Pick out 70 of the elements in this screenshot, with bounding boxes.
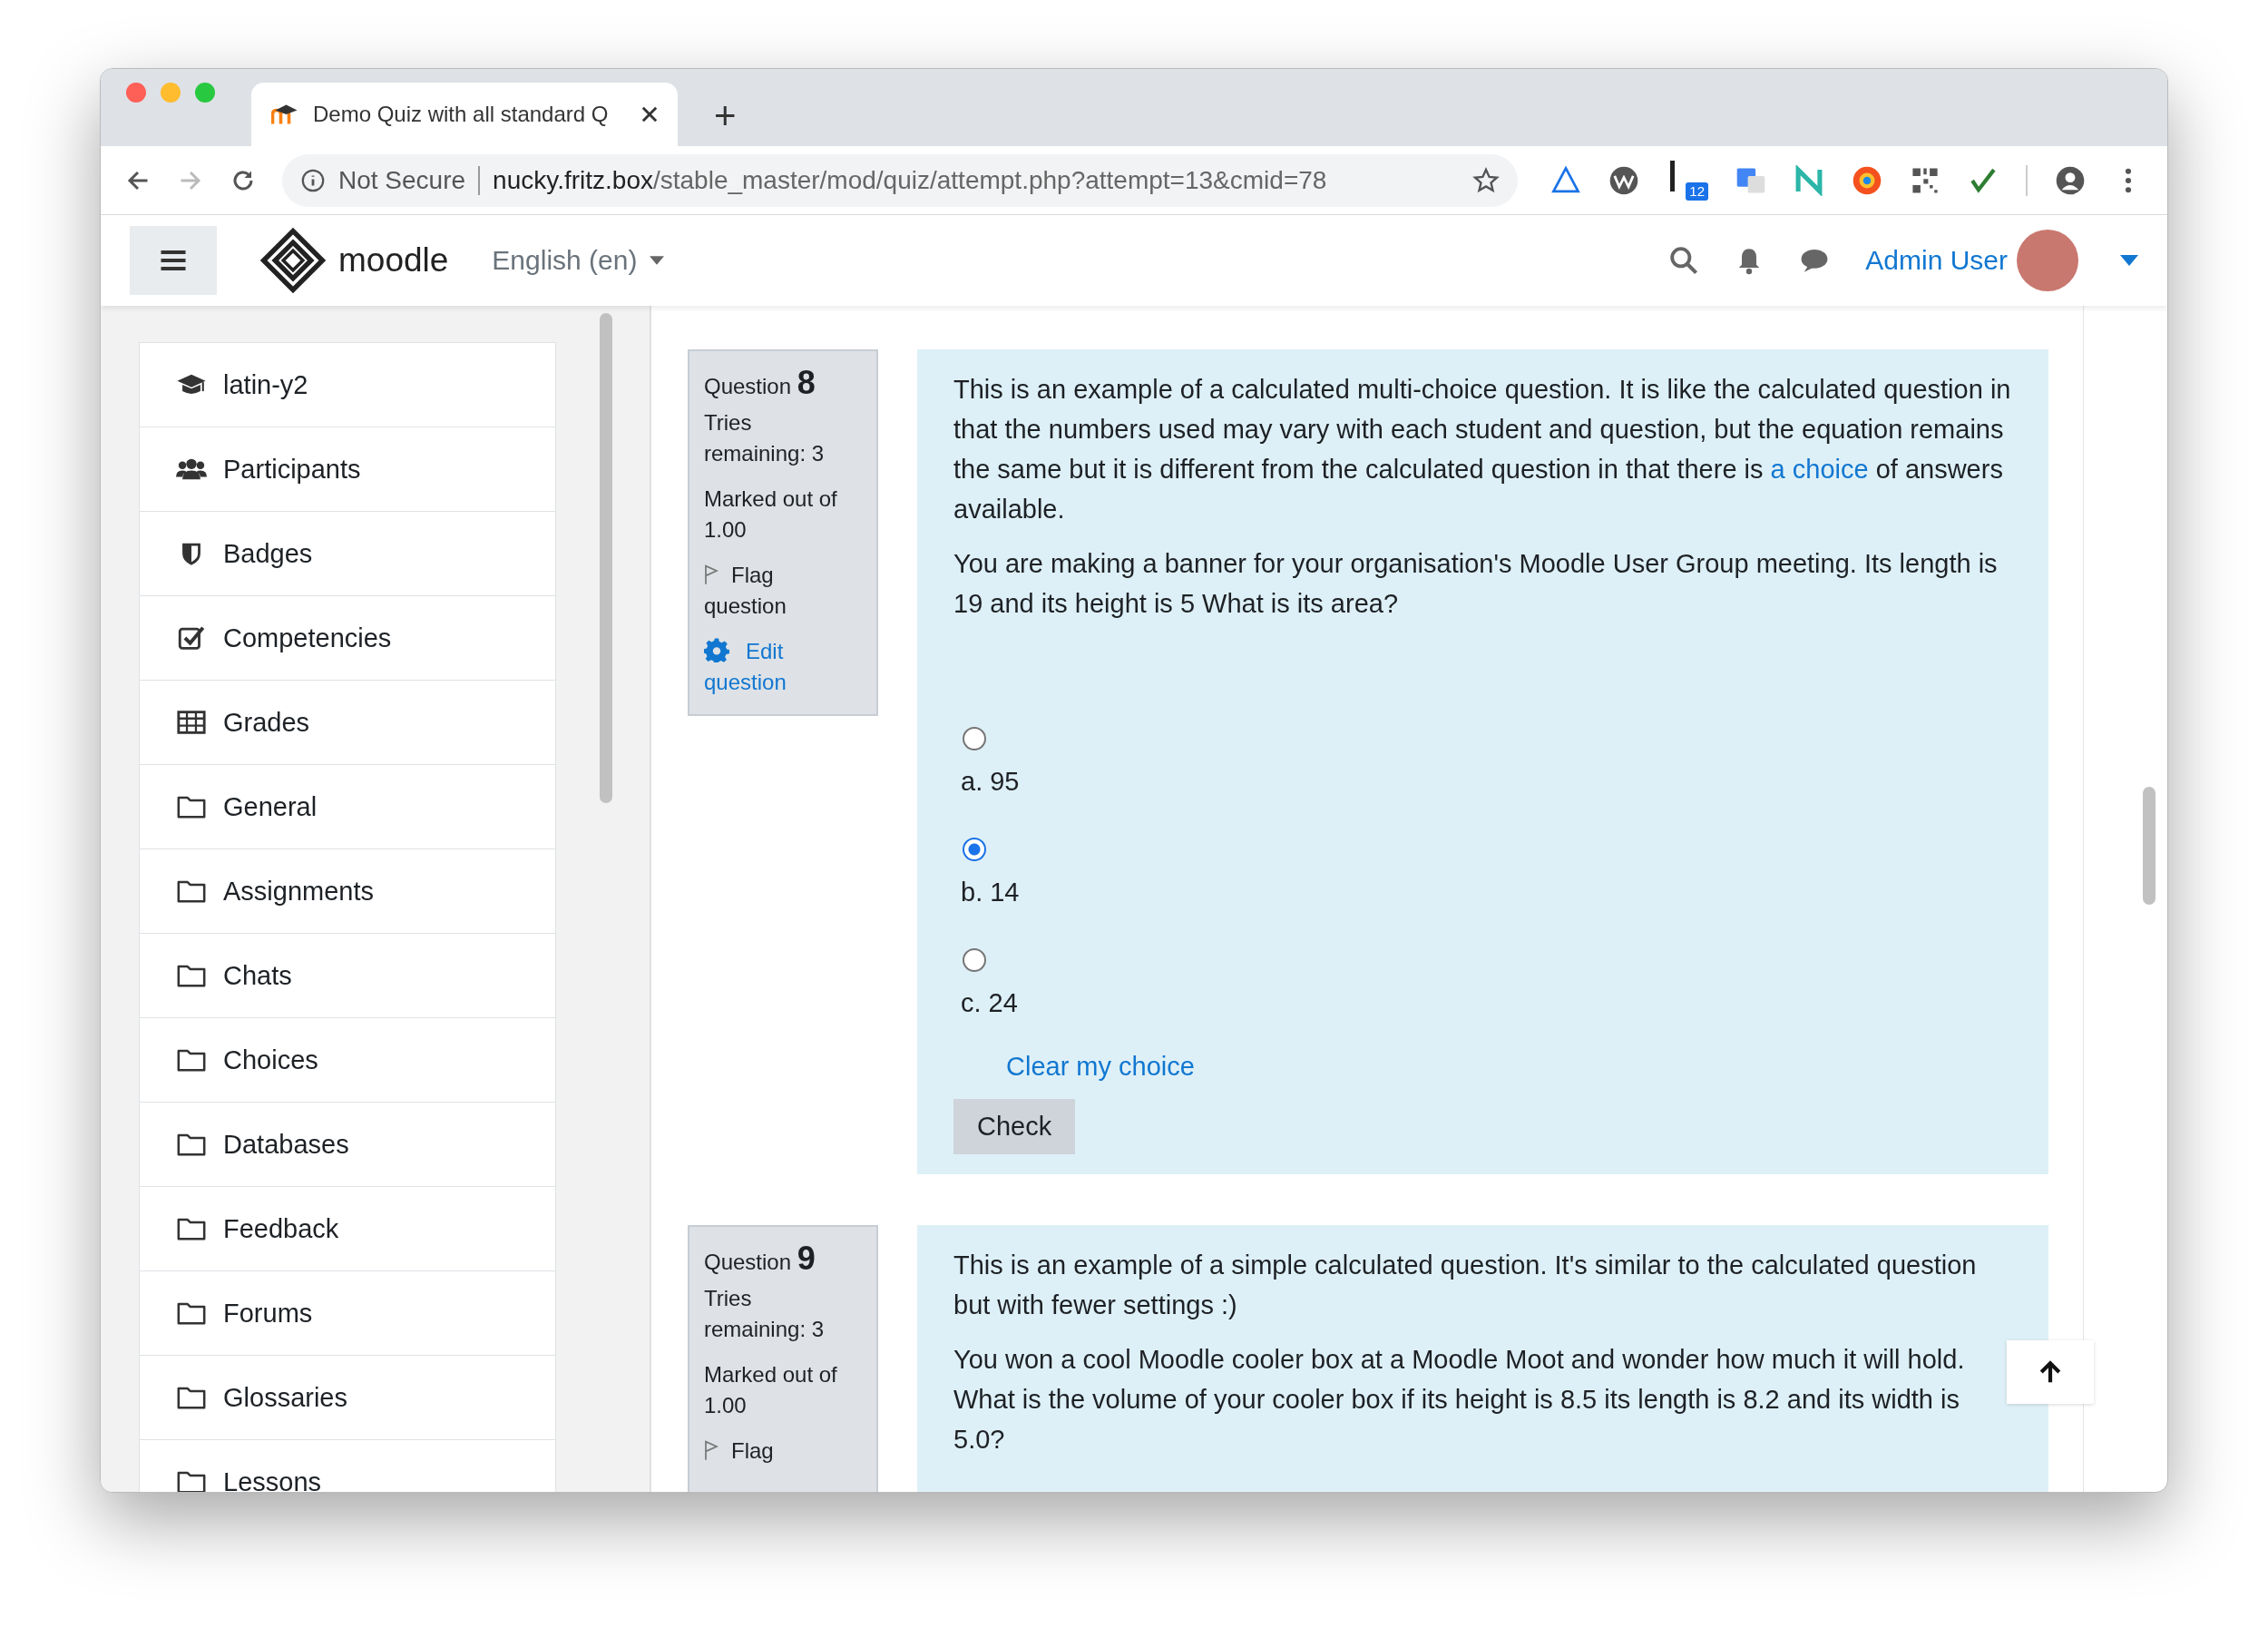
sidebar-scrollbar[interactable] [600,313,612,803]
extension-badge-count: 12 [1686,181,1708,201]
edit-question-link[interactable]: Edit question [704,636,849,698]
question-number: Question 8 [704,368,816,402]
question-text: This is an example of a calculated multi-choice question. It is like the calculated question in that the numbers used may vary with each student and question, but the equation remains the same but it is different from the calculated question in that there is a choice of answers available. [953,374,2012,525]
gear-icon [704,637,729,662]
sidebar-item[interactable]: Databases [139,1102,556,1186]
flag-icon [704,1440,719,1460]
question-text: This is an example of a simple calculated question. It's similar to the calculated question but with fewer settings :) [953,1250,1978,1321]
check-button[interactable]: Check [953,1099,1076,1154]
radio-button[interactable] [963,948,986,972]
sidebar-item[interactable]: Grades [139,680,556,764]
moodle-favicon-icon [271,103,298,126]
info-icon [300,167,326,193]
language-menu[interactable]: English (en) [492,245,665,276]
sidebar-item[interactable]: Assignments [139,848,556,933]
sidebar-item[interactable]: Chats [139,933,556,1017]
menu-button[interactable] [130,226,217,295]
browser-tab[interactable]: Demo Quiz with all standard Q [251,83,678,146]
flag-icon [704,564,719,584]
sidebar-item[interactable]: Feedback [139,1186,556,1270]
tries-remaining: Tries remaining: 3 [704,409,826,467]
sidebar-item[interactable]: General [139,764,556,848]
sidebar-item[interactable]: Participants [139,427,556,511]
radio-button[interactable] [963,838,986,861]
menu-icon [160,250,187,271]
n-extension-icon[interactable] [1794,164,1824,196]
user-name[interactable]: Admin User [1865,245,2008,276]
color-circle-extension-icon[interactable] [1852,164,1882,196]
glossary-link[interactable]: a choice [1770,455,1869,484]
new-tab-button[interactable]: + [678,97,737,146]
answer-label: c. 24 [961,987,1018,1019]
radio-button[interactable] [963,727,986,750]
marked-out-of: Marked out of 1.00 [704,485,838,544]
flag-question-link[interactable]: Flag question [704,560,849,622]
site-brand[interactable]: moodle [338,241,449,280]
marked-out-of: Marked out of 1.00 [704,1361,838,1419]
sidebar-item[interactable]: Competencies [139,595,556,680]
diamond-logo-icon [260,228,326,293]
answer-label: a. 95 [961,766,1020,798]
sidebar-item[interactable]: Forums [139,1270,556,1355]
table-icon [176,709,207,736]
sidebar-item[interactable]: Glossaries [139,1355,556,1439]
caret-icon[interactable] [2120,255,2138,266]
caret-icon [650,256,665,265]
tries-remaining: Tries remaining: 3 [704,1285,826,1343]
tab-title: Demo Quiz with all standard Q [313,102,610,127]
question-text: You won a cool Moodle cooler box at a Moodle Moot and wonder how much it will hold. What is the volume of your cooler box if its height is 8.5 its length is 8.2 and its width is 5.0? [953,1344,1966,1456]
sidebar-item[interactable]: Choices [139,1017,556,1102]
back-to-top-button[interactable] [2007,1340,2094,1404]
address-bar[interactable]: Not Secure nucky.fritz.box/stable_master/mod/quiz/attempt.php?attempt=13&cmid=78 [282,153,1518,207]
profile-icon[interactable] [2055,164,2086,196]
up-arrow-icon [2038,1359,2063,1385]
url-text: nucky.fritz.box/stable_master/mod/quiz/attempt.php?attempt=13&cmid=78 [493,165,1328,195]
clear-choice-link[interactable]: Clear my choice [1006,1046,1195,1086]
star-icon[interactable] [1472,166,1500,194]
sidebar-item[interactable]: Lessons [139,1439,556,1492]
question-text: You are making a banner for your organisation's Moodle User Group meeting. Its length is 19 and its height is 5 What is its area? [953,548,1999,620]
checked-box-icon [176,624,207,652]
close-tab-icon[interactable] [641,106,658,123]
sidebar-item[interactable]: Badges [139,511,556,595]
close-window-button[interactable] [126,83,146,103]
sidebar-item[interactable]: latin-y2 [139,342,556,427]
answer-label: b. 14 [961,877,1020,908]
flag-question-link[interactable]: Flag [704,1436,849,1466]
security-label: Not Secure [338,165,466,195]
w-circle-extension-icon[interactable] [1608,164,1639,196]
page-scrollbar[interactable] [2143,787,2156,905]
question-number: Question 9 [704,1243,816,1278]
search-icon[interactable] [1669,246,1699,275]
